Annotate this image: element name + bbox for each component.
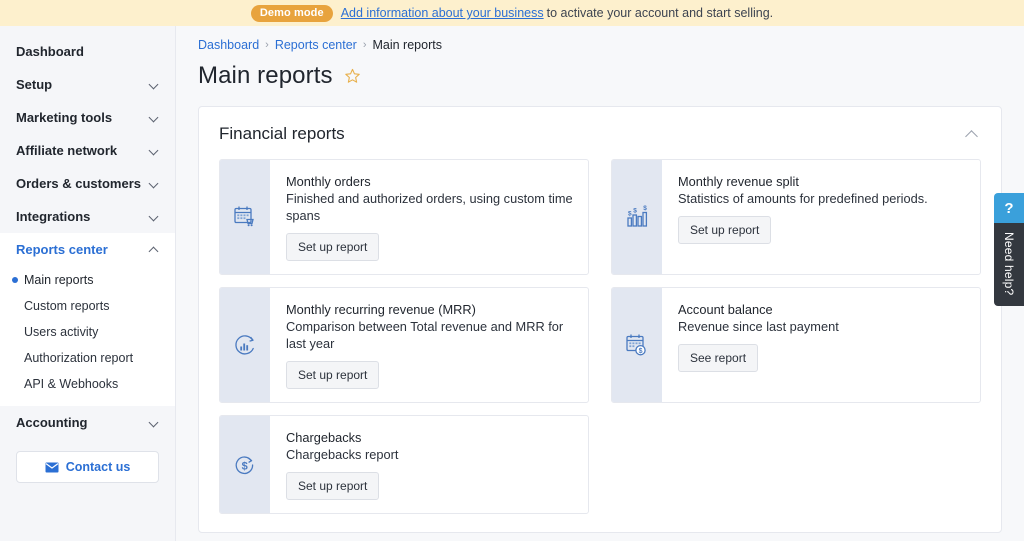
bar-chart-dollar-icon: $ $ $ [612, 160, 662, 274]
sidebar-subitem-label: Authorization report [24, 351, 134, 365]
svg-text:$: $ [639, 348, 643, 355]
card-description: Statistics of amounts for predefined per… [678, 191, 928, 206]
demo-mode-banner: Demo mode Add information about your bus… [0, 0, 1024, 26]
card-title: Monthly orders [286, 174, 371, 189]
setup-report-button[interactable]: Set up report [678, 216, 772, 244]
report-card-mrr[interactable]: Monthly recurring revenue (MRR) Comparis… [219, 287, 589, 403]
sidebar-item-users-activity[interactable]: Users activity [0, 319, 175, 345]
card-body: Account balance Revenue since last payme… [662, 288, 853, 402]
chevron-down-icon [150, 80, 160, 90]
sidebar-item-api-webhooks[interactable]: API & Webhooks [0, 371, 175, 397]
sidebar-item-integrations[interactable]: Integrations [0, 200, 175, 233]
sidebar-submenu-reports-center: Main reports Custom reports Users activi… [0, 266, 175, 406]
contact-us-button[interactable]: Contact us [16, 451, 159, 483]
card-title: Monthly revenue split [678, 174, 799, 189]
need-help-tab[interactable]: ? Need help? [994, 193, 1024, 307]
svg-text:$: $ [628, 211, 632, 218]
sidebar-item-reports-center[interactable]: Reports center [0, 233, 175, 266]
card-description: Finished and authorized orders, using cu… [286, 191, 573, 223]
demo-mode-badge: Demo mode [250, 4, 333, 22]
card-title: Account balance [678, 302, 773, 317]
see-report-button[interactable]: See report [678, 344, 759, 372]
sidebar-subitem-label: Users activity [24, 325, 99, 339]
sidebar-item-label: Marketing tools [16, 110, 113, 125]
financial-reports-cards: Monthly orders Finished and authorized o… [199, 159, 1001, 532]
sidebar-item-main-reports[interactable]: Main reports [0, 267, 175, 293]
chevron-down-icon [150, 113, 160, 123]
envelope-icon [45, 462, 59, 473]
sidebar-subitem-label: API & Webhooks [24, 377, 119, 391]
chevron-down-icon [150, 179, 160, 189]
breadcrumb-item-dashboard[interactable]: Dashboard [198, 38, 259, 52]
page-title: Main reports [198, 62, 333, 89]
breadcrumb-separator: › [362, 39, 367, 51]
sidebar-item-dashboard[interactable]: Dashboard [0, 35, 175, 68]
contact-us-wrap: Contact us [0, 439, 175, 483]
svg-text:$: $ [242, 460, 248, 472]
banner-rest-text: to activate your account and start selli… [546, 6, 774, 20]
card-body: Monthly revenue split Statistics of amou… [662, 160, 942, 274]
sidebar-subitem-label: Main reports [24, 273, 94, 287]
chevron-up-icon [150, 245, 160, 255]
app-shell: Dashboard Setup Marketing tools Affiliat… [0, 26, 1024, 541]
section-title: Financial reports [219, 124, 345, 143]
report-card-monthly-revenue-split[interactable]: $ $ $ Monthly revenue split Statistics o… [611, 159, 981, 275]
sidebar-item-setup[interactable]: Setup [0, 68, 175, 101]
add-business-info-link[interactable]: Add information about your business [341, 6, 544, 20]
breadcrumb-item-reports-center[interactable]: Reports center [275, 38, 357, 52]
sidebar-item-label: Affiliate network [16, 143, 118, 158]
question-mark-icon: ? [994, 193, 1024, 223]
sidebar-item-marketing-tools[interactable]: Marketing tools [0, 101, 175, 134]
sidebar-item-label: Setup [16, 77, 53, 92]
sidebar-item-custom-reports[interactable]: Custom reports [0, 293, 175, 319]
card-description: Revenue since last payment [678, 319, 839, 334]
setup-report-button[interactable]: Set up report [286, 472, 380, 500]
sidebar-item-label: Orders & customers [16, 176, 141, 191]
card-body: Monthly orders Finished and authorized o… [270, 160, 588, 274]
calendar-cart-icon [220, 160, 270, 274]
svg-text:$: $ [633, 208, 637, 215]
card-body: Monthly recurring revenue (MRR) Comparis… [270, 288, 588, 402]
card-description: Comparison between Total revenue and MRR… [286, 319, 564, 351]
breadcrumb-item-main-reports: Main reports [372, 38, 442, 52]
calendar-dollar-icon: $ [612, 288, 662, 402]
sidebar-item-accounting[interactable]: Accounting [0, 406, 175, 439]
report-card-account-balance[interactable]: $ Account balance Revenue since last pay… [611, 287, 981, 403]
section-header-financial-reports[interactable]: Financial reports [199, 107, 1001, 159]
recurring-chart-icon [220, 288, 270, 402]
breadcrumb-separator: › [265, 39, 269, 51]
sidebar-item-orders-customers[interactable]: Orders & customers [0, 167, 175, 200]
chevron-down-icon [150, 146, 160, 156]
sidebar-item-label: Integrations [16, 209, 91, 224]
chevron-down-icon [150, 212, 160, 222]
need-help-label: Need help? [994, 223, 1024, 307]
svg-text:$: $ [643, 205, 647, 212]
sidebar-item-authorization-report[interactable]: Authorization report [0, 345, 175, 371]
sidebar-item-label: Reports center [16, 242, 108, 257]
sidebar: Dashboard Setup Marketing tools Affiliat… [0, 26, 176, 541]
card-body: Chargebacks Chargebacks report Set up re… [270, 416, 412, 513]
sidebar-item-affiliate-network[interactable]: Affiliate network [0, 134, 175, 167]
sidebar-subitem-label: Custom reports [24, 299, 110, 313]
favorite-star-icon[interactable] [344, 68, 361, 85]
card-title: Monthly recurring revenue (MRR) [286, 302, 476, 317]
setup-report-button[interactable]: Set up report [286, 233, 380, 261]
card-title: Chargebacks [286, 430, 362, 445]
dollar-refresh-icon: $ [220, 416, 270, 513]
breadcrumb: Dashboard › Reports center › Main report… [198, 38, 1002, 52]
report-card-chargebacks[interactable]: $ Chargebacks Chargebacks report Set up … [219, 415, 589, 514]
contact-us-label: Contact us [65, 460, 131, 474]
section-financial-reports: Financial reports Monthly orders Finishe… [198, 106, 1002, 533]
card-description: Chargebacks report [286, 447, 399, 462]
setup-report-button[interactable]: Set up report [286, 361, 380, 389]
page-title-row: Main reports [198, 62, 1002, 90]
main-content: Dashboard › Reports center › Main report… [176, 26, 1024, 541]
report-card-monthly-orders[interactable]: Monthly orders Finished and authorized o… [219, 159, 589, 275]
sidebar-item-label: Dashboard [16, 44, 84, 59]
chevron-up-icon[interactable] [967, 128, 979, 140]
sidebar-group-reports-center: Reports center Main reports Custom repor… [0, 233, 175, 406]
chevron-down-icon [150, 418, 160, 428]
active-dot-icon [12, 277, 18, 283]
sidebar-item-label: Accounting [16, 415, 88, 430]
